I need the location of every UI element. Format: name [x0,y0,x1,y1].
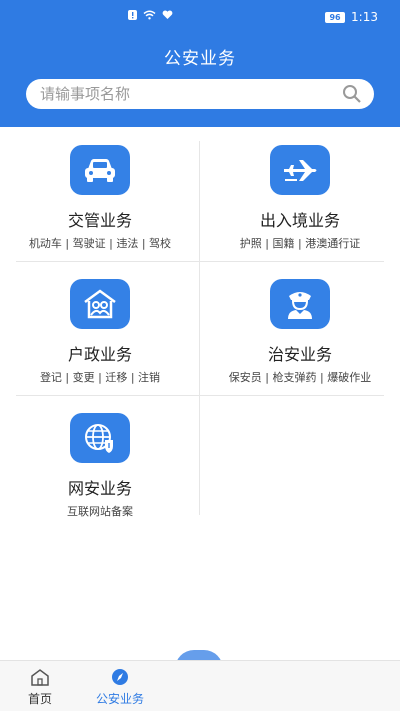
service-cyber-security[interactable]: 网安业务 互联网站备案 [0,395,200,529]
page-title: 公安业务 [164,49,236,69]
cyber-security-tile[interactable] [70,413,130,463]
service-traffic[interactable]: 交管业务 机动车 | 驾驶证 | 违法 | 驾校 [0,127,200,261]
heart-icon [162,10,173,19]
service-household[interactable]: 户政业务 登记 | 变更 | 迁移 | 注销 [0,261,200,395]
household-tile[interactable] [70,279,130,329]
traffic-tile[interactable] [70,145,130,195]
battery-indicator: 96 [325,11,346,23]
search-input[interactable] [40,79,330,109]
globe-shield-icon [85,424,113,453]
service-subtitle: 登记 | 变更 | 迁移 | 注销 [39,371,161,384]
service-title: 出入境业务 [259,211,340,230]
status-bar: 96 1:13 [0,0,400,34]
service-subtitle: 保安员 | 枪支弹药 | 爆破作业 [228,371,372,384]
tab-police-services[interactable]: 公安业务 [84,661,156,711]
service-subtitle: 互联网站备案 [67,505,133,518]
car-icon [85,159,115,182]
wifi-icon [143,10,156,20]
compass-icon [112,669,128,685]
service-immigration[interactable]: 出入境业务 护照 | 国籍 | 港澳通行证 [200,127,400,261]
service-title: 网安业务 [67,479,132,498]
immigration-tile[interactable] [270,145,330,195]
status-time: 1:13 [351,10,378,24]
service-title: 户政业务 [67,345,132,364]
public-security-tile[interactable] [270,279,330,329]
police-officer-icon [288,292,312,319]
home-icon [31,669,49,686]
service-subtitle: 护照 | 国籍 | 港澳通行证 [239,237,361,250]
header: 96 1:13 公安业务 [0,0,400,127]
service-title: 治安业务 [267,345,332,364]
search-box[interactable] [26,79,374,109]
search-icon[interactable] [342,84,362,104]
household-icon [84,289,116,319]
service-public-security[interactable]: 治安业务 保安员 | 枪支弹药 | 爆破作业 [200,261,400,395]
bottom-tab-bar: 首页 公安业务 [0,660,400,711]
airplane-icon [284,160,317,181]
service-subtitle: 机动车 | 驾驶证 | 违法 | 驾校 [28,237,172,250]
alert-icon [128,10,137,20]
tab-police-services-label: 公安业务 [95,692,144,706]
service-title: 交管业务 [67,211,132,230]
tab-home[interactable]: 首页 [10,661,70,711]
tab-home-label: 首页 [27,692,52,706]
